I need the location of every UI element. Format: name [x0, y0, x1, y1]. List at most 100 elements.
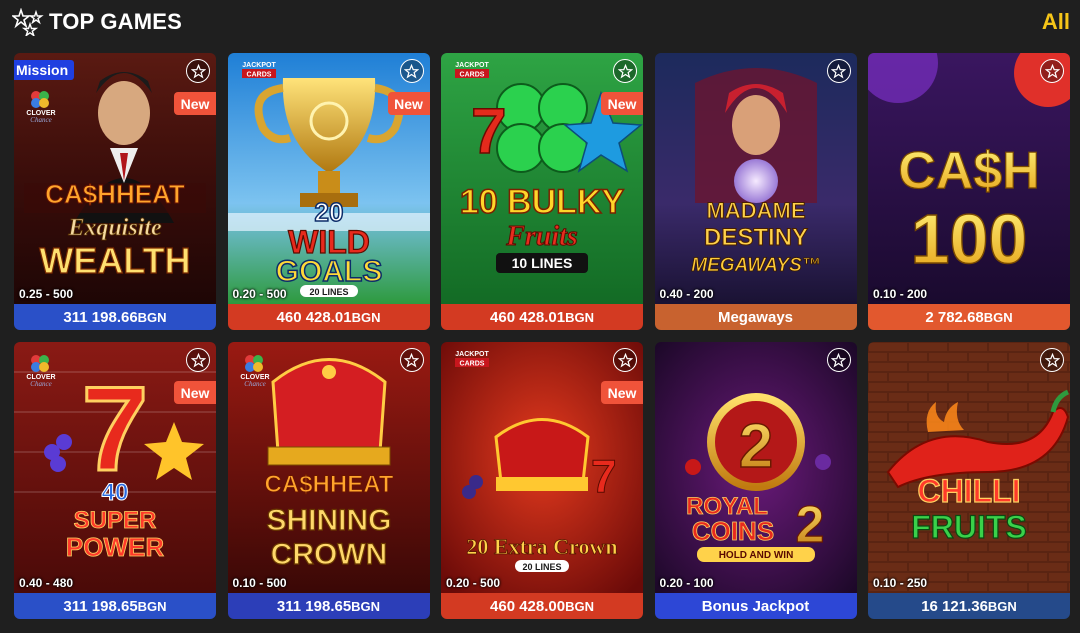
jackpot-bar: 2 782.68 BGN: [868, 304, 1070, 330]
jackpot-bar: 311 198.65 BGN: [227, 593, 430, 619]
svg-text:CHILLI: CHILLI: [917, 473, 1020, 509]
star-icon: [190, 352, 206, 368]
svg-text:20: 20: [314, 197, 343, 227]
game-card-40-super-power[interactable]: 7 40 SUPER POWER CLOVER Chance New 0.40 …: [14, 342, 216, 619]
game-thumbnail[interactable]: CHILLI FRUITS: [868, 342, 1070, 593]
svg-text:2: 2: [795, 496, 824, 554]
svg-text:HOLD AND WIN: HOLD AND WIN: [718, 550, 793, 561]
svg-text:Chance: Chance: [30, 116, 51, 124]
game-card-20-wild-goals[interactable]: 20 WILD GOALS 20 LINES JACKPOT CARDS New…: [227, 53, 430, 330]
jackpot-amount: 460 428.01: [490, 308, 566, 326]
svg-text:JACKPOT: JACKPOT: [242, 62, 276, 69]
bet-range: 0.20 - 500: [232, 287, 287, 301]
bet-range: 0.25 - 500: [19, 287, 74, 301]
section-title: TOP GAMES: [49, 9, 183, 34]
new-badge: New: [601, 92, 643, 115]
favorite-star-button[interactable]: [1040, 348, 1064, 372]
star-icon: [1044, 352, 1060, 368]
svg-text:20 LINES: 20 LINES: [309, 287, 348, 297]
currency: BGN: [565, 309, 594, 325]
favorite-star-button[interactable]: [186, 59, 210, 83]
jackpot-cards-logo: JACKPOT CARDS: [241, 62, 276, 79]
favorite-star-button[interactable]: [399, 348, 424, 372]
jackpot-amount: 311 198.65: [276, 597, 352, 615]
svg-text:20 LINES: 20 LINES: [522, 562, 561, 572]
game-thumbnail[interactable]: 2 ROYAL COINS 2 HOLD AND WIN: [654, 342, 857, 593]
feature-label: Bonus Jackpot: [701, 597, 810, 615]
svg-text:CARDS: CARDS: [460, 72, 485, 79]
svg-text:7: 7: [82, 362, 149, 496]
favorite-star-button[interactable]: [826, 348, 851, 372]
game-card-chilli-fruits[interactable]: CHILLI FRUITS 0.10 - 250 16 121.36 BGN: [868, 342, 1070, 619]
currency: BGN: [983, 309, 1013, 325]
game-card-cash-heat-exquisite-wealth[interactable]: CA$HHEAT Exquisite WEALTH Mission CLOVER…: [14, 53, 216, 330]
clover-chance-logo: CLOVER Chance: [240, 355, 269, 388]
svg-text:CA$H: CA$H: [898, 142, 1040, 200]
feature-bar: Bonus Jackpot: [654, 593, 857, 619]
game-card-cash-heat-shining-crown[interactable]: CA$HHEAT SHINING CROWN CLOVER Chance 0.1…: [227, 342, 430, 619]
currency: BGN: [565, 598, 594, 614]
svg-text:2: 2: [738, 412, 772, 481]
game-thumbnail[interactable]: MADAME DESTINY MEGAWAYS™: [654, 53, 857, 304]
game-thumbnail[interactable]: 20 WILD GOALS 20 LINES: [227, 53, 430, 304]
game-thumbnail[interactable]: 7 20 Extra Crown 20 LINES: [441, 342, 643, 593]
star-icon: [617, 63, 633, 79]
svg-text:100: 100: [911, 200, 1028, 278]
game-card-royal-coins-2[interactable]: 2 ROYAL COINS 2 HOLD AND WIN 0.20 - 100 …: [654, 342, 857, 619]
star-icon: [831, 352, 846, 368]
jackpot-cards-logo: JACKPOT CARDS: [455, 62, 489, 79]
bet-range: 0.10 - 250: [873, 576, 928, 590]
svg-text:POWER: POWER: [66, 532, 164, 562]
svg-text:FRUITS: FRUITS: [911, 509, 1027, 545]
bet-range: 0.20 - 100: [659, 576, 714, 590]
favorite-star-button[interactable]: [1040, 59, 1064, 83]
mission-badge: Mission: [14, 60, 75, 80]
svg-text:JACKPOT: JACKPOT: [455, 62, 489, 69]
art-subtitle: Exquisite: [67, 215, 162, 241]
game-thumbnail[interactable]: CA$H 100: [868, 53, 1070, 304]
bet-range: 0.40 - 480: [19, 576, 74, 590]
clover-chance-logo: CLOVER Chance: [26, 355, 56, 388]
svg-text:7: 7: [591, 450, 617, 502]
currency: BGN: [351, 309, 381, 325]
favorite-star-button[interactable]: [613, 59, 637, 83]
svg-text:Chance: Chance: [244, 380, 265, 388]
currency: BGN: [137, 598, 167, 614]
favorite-star-button[interactable]: [186, 348, 210, 372]
jackpot-amount: 311 198.65: [63, 597, 138, 615]
svg-text:JACKPOT: JACKPOT: [455, 351, 489, 358]
svg-text:Chance: Chance: [30, 380, 51, 388]
bet-range: 0.10 - 200: [873, 287, 928, 301]
star-icon: [404, 63, 419, 79]
svg-text:40: 40: [102, 479, 129, 506]
svg-text:CA$HHEAT: CA$HHEAT: [264, 471, 393, 498]
bet-range: 0.10 - 500: [232, 576, 287, 590]
section-header: TOP GAMES All: [0, 0, 1080, 46]
svg-text:SHINING: SHINING: [266, 504, 391, 537]
jackpot-cards-logo: JACKPOT CARDS: [455, 351, 489, 368]
jackpot-bar: 460 428.01 BGN: [441, 304, 643, 330]
game-card-cash-100[interactable]: CA$H 100 0.10 - 200 2 782.68 BGN: [868, 53, 1070, 330]
favorite-star-button[interactable]: [613, 348, 637, 372]
view-all-link[interactable]: All: [1042, 9, 1070, 35]
svg-text:COINS: COINS: [691, 516, 773, 546]
star-icon: [190, 63, 206, 79]
feature-bar: Megaways: [654, 304, 857, 330]
new-badge: New: [601, 381, 643, 404]
art-title-2: WEALTH: [39, 240, 190, 281]
svg-text:7: 7: [471, 95, 507, 167]
svg-text:CARDS: CARDS: [246, 72, 271, 79]
favorite-star-button[interactable]: [399, 59, 424, 83]
svg-text:20 Extra Crown: 20 Extra Crown: [466, 534, 617, 559]
game-card-madame-destiny-megaways[interactable]: MADAME DESTINY MEGAWAYS™ 0.40 - 200 Mega…: [654, 53, 857, 330]
currency: BGN: [351, 598, 381, 614]
svg-text:DESTINY: DESTINY: [703, 224, 807, 251]
new-badge: New: [387, 92, 430, 115]
game-card-20-extra-crown[interactable]: 7 20 Extra Crown 20 LINES JACKPOT CARDS …: [441, 342, 643, 619]
stars-icon: [12, 8, 44, 36]
game-card-10-bulky-fruits[interactable]: 7 10 BULKY Fruits 10 LINES JACKPOT CARDS…: [441, 53, 643, 330]
star-icon: [404, 352, 419, 368]
favorite-star-button[interactable]: [826, 59, 851, 83]
game-thumbnail[interactable]: 7 10 BULKY Fruits 10 LINES: [441, 53, 643, 304]
svg-text:MEGAWAYS™: MEGAWAYS™: [691, 255, 821, 276]
